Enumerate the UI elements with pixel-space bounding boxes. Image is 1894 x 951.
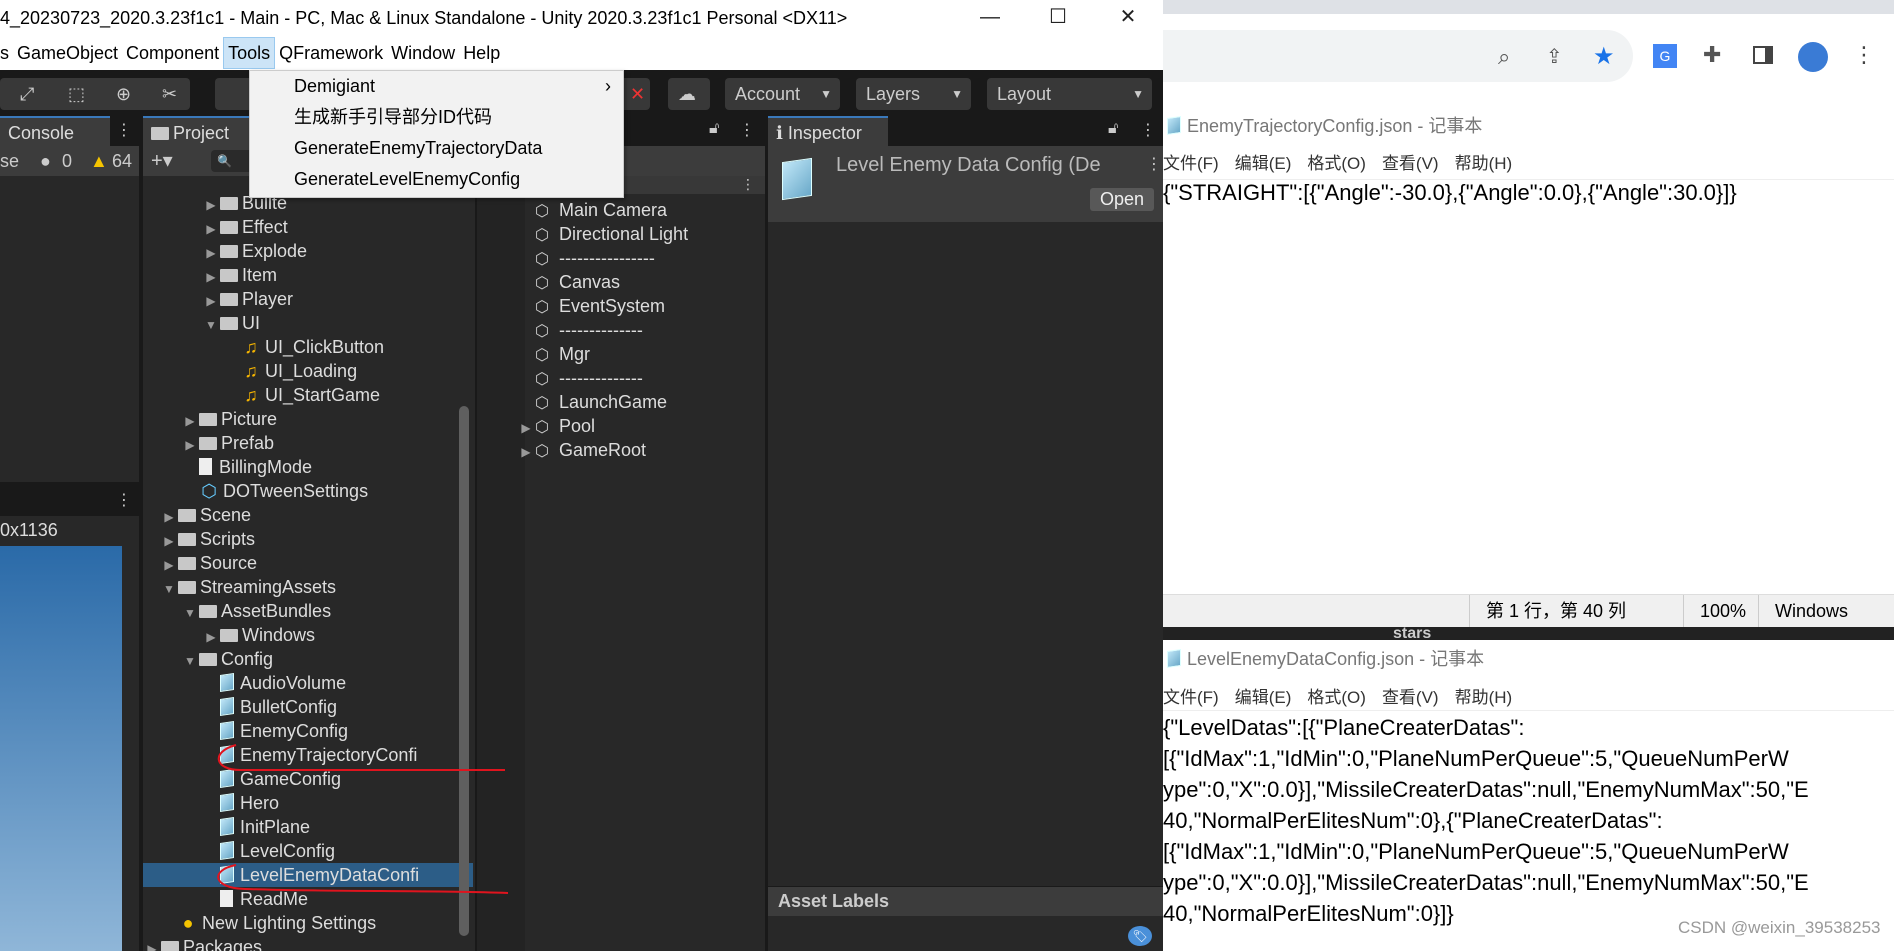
browser-toolbar: ⌕ ⇪ ★ G ✚ ⋮ — [1163, 0, 1894, 109]
extensions-icon[interactable]: ✚ — [1703, 42, 1721, 68]
text-editor[interactable]: {"STRAIGHT":[{"Angle":-30.0},{"Angle":0.… — [1163, 177, 1894, 587]
share-icon[interactable]: ⇪ — [1546, 44, 1563, 69]
notepad-window-level: LevelEnemyDataConfig.json - 记事本 文件(F) 编辑(… — [1163, 640, 1894, 951]
window-title: EnemyTrajectoryConfig.json - 记事本 — [1187, 116, 1483, 136]
menu-format[interactable]: 格式(O) — [1307, 688, 1366, 707]
profile-avatar[interactable] — [1798, 42, 1828, 72]
menu-help[interactable]: 帮助(H) — [1455, 688, 1513, 707]
unity-editor-window: 4_20230723_2020.3.23f1c1 - Main - PC, Ma… — [0, 0, 1163, 951]
zoom-icon[interactable]: ⌕ — [1498, 44, 1510, 70]
zoom-level: 100% — [1683, 595, 1746, 628]
text-line: {"STRAIGHT":[{"Angle":-30.0},{"Angle":0.… — [1163, 180, 1737, 205]
menu-help[interactable]: 帮助(H) — [1455, 154, 1513, 173]
menu-edit[interactable]: 编辑(E) — [1235, 154, 1292, 173]
text-line: [{"IdMax":1,"IdMin":0,"PlaneNumPerQueue"… — [1163, 839, 1789, 864]
bookmark-star-icon[interactable]: ★ — [1593, 42, 1615, 71]
cursor-position: 第 1 行，第 40 列 — [1469, 595, 1626, 628]
menu-view[interactable]: 查看(V) — [1382, 154, 1439, 173]
red-annotation-marks — [217, 744, 509, 894]
text-line: ype":0,"X":0.0}],"MissileCreaterDatas":n… — [1163, 870, 1809, 895]
menu-format[interactable]: 格式(O) — [1307, 154, 1366, 173]
line-ending: Windows (CRLF — [1758, 595, 1894, 654]
menu-view[interactable]: 查看(V) — [1382, 688, 1439, 707]
notepad-window-trajectory: EnemyTrajectoryConfig.json - 记事本 文件(F) 编辑… — [1163, 109, 1894, 654]
text-line: ype":0,"X":0.0}],"MissileCreaterDatas":n… — [1163, 777, 1809, 802]
menu-file[interactable]: 文件(F) — [1163, 154, 1219, 173]
menu-file[interactable]: 文件(F) — [1163, 688, 1219, 707]
menu-edit[interactable]: 编辑(E) — [1235, 688, 1292, 707]
sidepanel-icon[interactable] — [1753, 46, 1773, 64]
text-line: 40,"NormalPerElitesNum":0},{"PlaneCreate… — [1163, 808, 1663, 833]
status-bar: 第 1 行，第 40 列 100% Windows (CRLF — [1163, 594, 1894, 654]
notepad-icon — [1167, 116, 1181, 135]
text-editor[interactable]: {"LevelDatas":[{"PlaneCreaterDatas": [{"… — [1163, 712, 1894, 929]
background-window: stars — [1163, 627, 1894, 640]
menu-icon[interactable]: ⋮ — [1853, 42, 1875, 68]
annotation-circle-level — [217, 864, 509, 894]
text-line: [{"IdMax":1,"IdMin":0,"PlaneNumPerQueue"… — [1163, 746, 1789, 771]
annotation-circle-trajectory — [217, 744, 505, 771]
translate-icon[interactable]: G — [1653, 44, 1677, 68]
notepad-icon — [1167, 649, 1181, 668]
text-line: {"LevelDatas":[{"PlaneCreaterDatas": — [1163, 715, 1525, 740]
window-title: LevelEnemyDataConfig.json - 记事本 — [1187, 649, 1485, 669]
watermark: CSDN @weixin_39538253 — [1678, 918, 1881, 937]
